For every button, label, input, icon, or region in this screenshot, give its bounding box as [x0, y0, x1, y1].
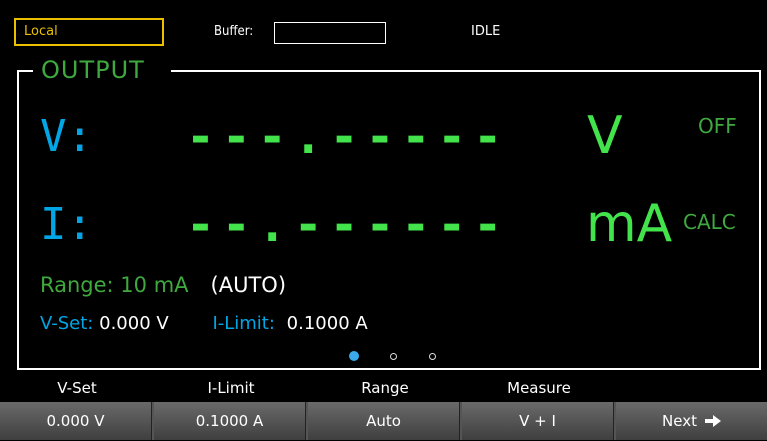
ilimit-value[interactable]: 0.1000 A — [287, 313, 368, 334]
buffer-label: Buffer: — [214, 24, 254, 39]
range-line[interactable]: Range: 10 mA (AUTO) — [40, 272, 286, 298]
softkey-label-measure: Measure — [507, 379, 571, 397]
current-label: I: — [40, 199, 93, 250]
panel-border-bottom — [17, 368, 761, 370]
arrow-right-icon — [704, 403, 721, 441]
trigger-state: IDLE — [471, 24, 501, 39]
output-panel-title: OUTPUT — [41, 56, 145, 84]
range-value: Range: 10 mA — [40, 273, 189, 297]
current-reading: --.------ — [186, 197, 510, 253]
ilimit-softkey[interactable]: 0.1000 A — [154, 402, 306, 440]
vset-label: V-Set: — [40, 313, 94, 334]
calc-badge: CALC — [683, 210, 736, 234]
output-state-badge: OFF — [698, 114, 737, 138]
panel-border-top-right — [171, 70, 761, 72]
voltage-unit: V — [587, 106, 623, 166]
panel-border-top-left — [17, 70, 33, 72]
current-unit: mA — [586, 194, 673, 254]
range-mode: (AUTO) — [210, 273, 287, 297]
settings-line: V-Set: 0.000 V I-Limit: 0.1000 A — [40, 312, 368, 336]
buffer-indicator[interactable] — [274, 22, 386, 44]
status-bar: Local Buffer: IDLE — [0, 0, 767, 48]
page-dot-2[interactable] — [390, 353, 397, 360]
panel-border-right — [759, 70, 761, 370]
voltage-reading: ---.----- — [186, 109, 510, 165]
softkey-label-vset: V-Set — [57, 379, 97, 397]
vset-value[interactable]: 0.000 V — [99, 313, 169, 334]
softkey-labels: V-Set I-Limit Range Measure — [0, 376, 767, 400]
measure-softkey[interactable]: V + I — [462, 402, 614, 440]
next-label: Next — [662, 412, 697, 430]
softkey-bar: 0.000 V 0.1000 A Auto V + I Next — [0, 402, 767, 440]
softkey-label-ilimit: I-Limit — [207, 379, 255, 397]
range-softkey[interactable]: Auto — [308, 402, 460, 440]
vset-softkey[interactable]: 0.000 V — [0, 402, 152, 440]
ilimit-label: I-Limit: — [212, 313, 275, 334]
page-dot-1[interactable] — [349, 351, 359, 361]
voltage-label: V: — [40, 111, 93, 162]
softkey-label-range: Range — [361, 379, 409, 397]
next-softkey[interactable]: Next — [616, 402, 767, 440]
local-mode-indicator[interactable]: Local — [14, 18, 164, 46]
page-indicator[interactable] — [349, 351, 439, 363]
instrument-screen: Local Buffer: IDLE OUTPUT V: ---.----- V… — [0, 0, 767, 440]
panel-border-left — [17, 70, 19, 370]
page-dot-3[interactable] — [429, 353, 436, 360]
